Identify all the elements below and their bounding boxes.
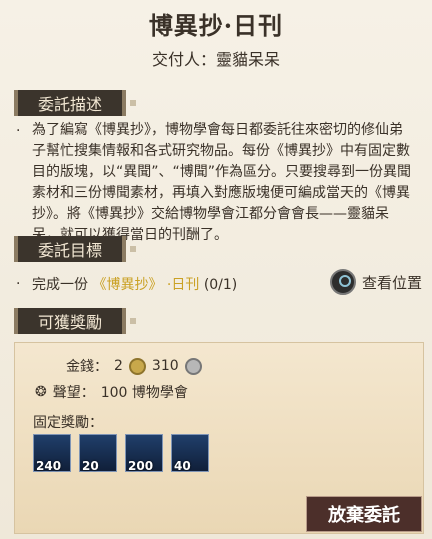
quest-giver: 交付人：靈貓呆呆: [151, 50, 280, 69]
money-gold: 2: [114, 358, 123, 374]
reputation-icon: ❂: [35, 384, 47, 400]
section-rewards: 可獲獎勵: [14, 308, 136, 334]
objective-bullet: ·: [16, 276, 21, 292]
silver-coin-icon: [184, 357, 202, 375]
fixed-rewards-label: 固定獎勵：: [33, 415, 103, 431]
objective-suffix: ·日刊: [166, 277, 200, 293]
quest-panel: 博異抄·日刊 交付人：靈貓呆呆 委託描述 · 為了編寫《博異抄》，博物學會每日都…: [0, 0, 432, 539]
blue-crystal-icon[interactable]: 240: [33, 434, 71, 473]
section-objective: 委託目標: [14, 236, 136, 262]
blue-crystal-icon[interactable]: 20: [79, 434, 117, 473]
reputation-label: 聲望：: [52, 385, 95, 401]
abandon-quest-button[interactable]: 放棄委託: [306, 496, 422, 532]
reputation-row: ❂ 聲望： 100 博物學會: [35, 382, 188, 402]
item-count: 20: [82, 459, 99, 473]
blue-crystal-icon[interactable]: 40: [171, 434, 209, 473]
money-row: 金錢： 2 310: [66, 356, 202, 376]
quest-title: 博異抄·日刊: [148, 11, 284, 40]
section-description: 委託描述: [14, 90, 136, 116]
objective-line: 完成一份 《博異抄》 ·日刊 (0/1): [32, 274, 237, 294]
objective-progress: (0/1): [203, 277, 238, 293]
view-location-button[interactable]: 查看位置: [330, 269, 422, 295]
bullet-dot: ·: [16, 123, 21, 139]
reward-items: 240 20 200 40: [33, 434, 209, 473]
gold-coin-icon: [128, 357, 146, 375]
money-silver: 310: [151, 358, 179, 374]
objective-book: 《博異抄》: [92, 277, 163, 293]
blue-crystal-icon[interactable]: 200: [125, 434, 163, 473]
item-count: 240: [36, 459, 62, 473]
item-count: 200: [128, 459, 154, 473]
objective-prefix: 完成一份: [32, 277, 88, 293]
item-count: 40: [174, 459, 191, 473]
reputation-value: 100 博物學會: [100, 385, 188, 401]
description-text: 為了編寫《博異抄》，博物學會每日都委託往來密切的修仙弟子幫忙搜集情報和各式研究物…: [32, 122, 412, 243]
location-pin-icon: [330, 269, 356, 295]
money-label: 金錢：: [66, 359, 108, 375]
view-location-label: 查看位置: [362, 273, 423, 292]
